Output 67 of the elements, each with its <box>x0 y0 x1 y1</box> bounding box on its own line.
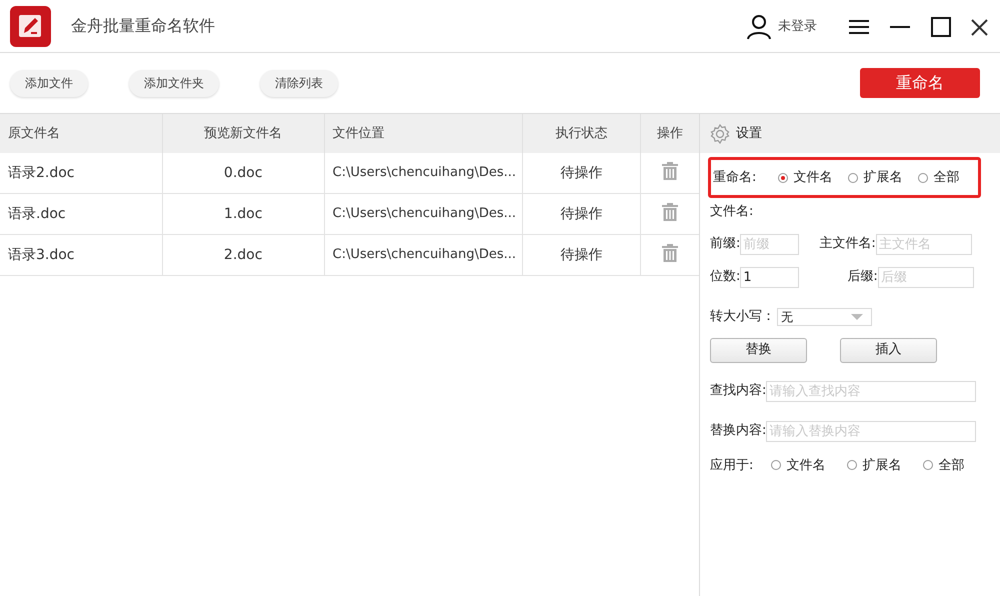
table-cell: 语录.doc <box>0 194 163 234</box>
table-cell: 1.doc <box>162 194 325 234</box>
app-logo-icon <box>10 6 51 46</box>
radio-button[interactable] <box>771 460 782 470</box>
login-status[interactable]: 未登录 <box>778 17 817 37</box>
radio-label: 全部 <box>938 456 964 474</box>
table-cell: 0.doc <box>162 153 325 193</box>
column-header: 预览新文件名 <box>162 114 325 153</box>
mode-button[interactable]: 插入 <box>840 338 937 362</box>
radio-option[interactable]: 全部 <box>918 168 960 188</box>
field-label: 前缀: <box>710 235 740 254</box>
radio-label: 扩展名 <box>862 456 902 474</box>
column-header: 操作 <box>656 124 684 143</box>
input-field[interactable]: 1 <box>740 266 800 288</box>
radio-label: 文件名 <box>786 456 826 474</box>
trash-icon[interactable] <box>662 203 678 221</box>
field-label: 主文件名: <box>819 235 876 254</box>
field-label: 替换内容: <box>710 422 766 440</box>
window-title: 金舟批量重命名软件 <box>71 15 215 37</box>
trash-icon[interactable] <box>662 244 678 262</box>
column-header: 执行状态 <box>523 114 642 153</box>
radio-button[interactable] <box>918 172 928 182</box>
section-label: 文件名: <box>710 203 754 221</box>
table-cell: C:\Users\chencuihang\Des... <box>324 194 524 234</box>
mode-button[interactable]: 替换 <box>710 338 807 362</box>
radio-option[interactable]: 全部 <box>923 456 964 475</box>
radio-button[interactable] <box>848 172 858 182</box>
radio-option[interactable]: 文件名 <box>778 168 832 188</box>
settings-icon <box>710 124 730 144</box>
radio-label: 扩展名 <box>863 168 902 187</box>
minimize-icon[interactable] <box>890 25 910 29</box>
table-cell: 待操作 <box>523 235 642 275</box>
toolbar-button[interactable]: 清除列表 <box>260 70 338 96</box>
radio-label: 全部 <box>933 168 960 187</box>
menu-icon[interactable] <box>849 19 869 35</box>
field-label: 位数: <box>710 268 740 286</box>
radio-label: 文件名 <box>793 168 832 187</box>
radio-option[interactable]: 扩展名 <box>848 168 902 188</box>
field-label: 转大小写： <box>710 308 775 326</box>
field-label: 查找内容: <box>710 382 766 400</box>
close-icon[interactable] <box>971 18 988 36</box>
toolbar-button[interactable]: 添加文件夹 <box>129 70 219 96</box>
rename-button[interactable]: 重命名 <box>860 68 980 98</box>
radio-button[interactable] <box>923 460 934 470</box>
table-cell: C:\Users\chencuihang\Des... <box>324 235 524 275</box>
table-cell: 2.doc <box>162 235 325 275</box>
table-cell: 待操作 <box>523 153 642 193</box>
trash-icon[interactable] <box>662 162 678 180</box>
radio-option[interactable]: 扩展名 <box>847 456 902 475</box>
column-header: 原文件名 <box>0 114 163 153</box>
rename-label: 重命名: <box>713 168 756 187</box>
toolbar-button[interactable]: 添加文件 <box>10 70 88 96</box>
table-cell: C:\Users\chencuihang\Des... <box>324 153 524 193</box>
dropdown-caret-icon <box>851 314 863 320</box>
case-dropdown[interactable]: 无 <box>777 308 872 326</box>
table-cell: 待操作 <box>523 194 642 234</box>
user-icon[interactable] <box>746 14 772 40</box>
table-cell: 语录3.doc <box>0 235 163 275</box>
panel-title: 设置 <box>736 124 762 143</box>
apply-label: 应用于: <box>710 456 754 474</box>
radio-option[interactable]: 文件名 <box>771 456 826 475</box>
maximize-icon[interactable] <box>931 17 951 37</box>
column-header: 文件位置 <box>324 114 524 153</box>
table-cell: 语录2.doc <box>0 153 163 193</box>
field-label: 后缀: <box>847 268 878 286</box>
radio-button[interactable] <box>778 172 788 182</box>
radio-button[interactable] <box>847 460 858 470</box>
